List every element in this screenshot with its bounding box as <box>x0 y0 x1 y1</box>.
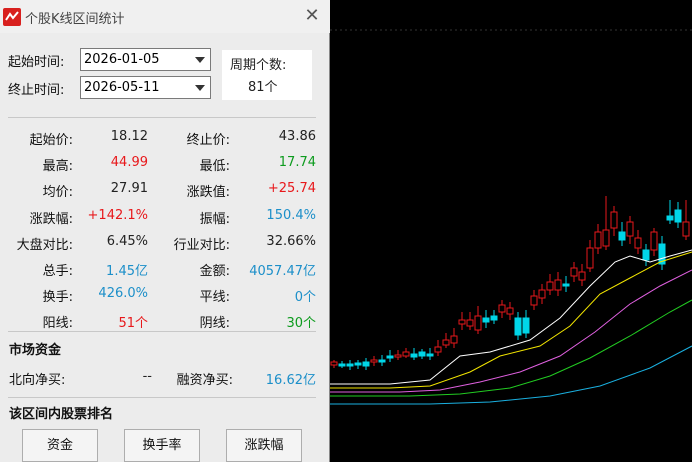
candle-body <box>570 267 578 277</box>
stat-value: 426.0% <box>98 286 148 301</box>
moving-average-line <box>330 249 692 385</box>
stat-value: 30个 <box>286 316 316 331</box>
candle-body <box>674 209 682 223</box>
rank-by-funds-button[interactable]: 资金 <box>22 429 98 462</box>
stat-value: 150.4% <box>266 208 316 223</box>
end-date-select[interactable]: 2026-05-11 <box>80 76 211 99</box>
stat-value: 17.74 <box>278 155 316 170</box>
candle-body <box>650 231 658 251</box>
market-funds-title: 市场资金 <box>9 343 62 358</box>
stat-value: 51个 <box>118 316 148 331</box>
candle-body <box>618 231 626 241</box>
stat-value: 44.99 <box>110 155 148 170</box>
end-time-label: 终止时间: <box>8 83 65 98</box>
candle-body <box>506 307 514 315</box>
divider <box>8 397 316 398</box>
stat-value: 18.12 <box>110 129 148 144</box>
divider <box>8 117 316 118</box>
stat-value: 27.91 <box>110 181 148 196</box>
candle-body <box>562 283 570 287</box>
dialog-title: 个股K线区间统计 <box>25 12 125 27</box>
candle-body <box>442 339 450 346</box>
candle-body <box>362 361 370 367</box>
candle-body <box>642 249 650 261</box>
period-count-box: 周期个数: 81个 <box>222 50 312 100</box>
start-date-value: 2026-01-05 <box>84 52 160 67</box>
app-window: 个股K线区间统计 ✕ 起始时间: 2026-01-05 终止时间: 2026-0… <box>0 0 692 462</box>
start-date-select[interactable]: 2026-01-05 <box>80 48 211 71</box>
candle-body <box>410 353 418 358</box>
chevron-down-icon <box>195 85 205 91</box>
candle-body <box>450 335 458 344</box>
chevron-down-icon <box>195 57 205 63</box>
kline-chart-svg <box>330 29 692 405</box>
candle-body <box>498 304 506 313</box>
start-time-label: 起始时间: <box>8 55 65 70</box>
stat-value: +142.1% <box>87 208 148 223</box>
rank-by-change-button[interactable]: 涨跌幅 <box>226 429 302 462</box>
dialog-titlebar[interactable]: 个股K线区间统计 ✕ <box>0 0 330 33</box>
candle-body <box>530 295 538 306</box>
stat-value: +25.74 <box>267 181 316 196</box>
stat-value: 43.86 <box>278 129 316 144</box>
rank-by-turnover-button[interactable]: 换手率 <box>124 429 200 462</box>
candle-body <box>634 237 642 249</box>
stat-value: 32.66% <box>266 234 316 249</box>
stat-value: 0个 <box>294 290 316 305</box>
period-count-value: 81个 <box>248 80 278 95</box>
candle-body <box>354 362 362 366</box>
end-date-value: 2026-05-11 <box>84 80 160 95</box>
candle-body <box>458 319 466 325</box>
candle-body <box>378 359 386 363</box>
candle-body <box>522 317 530 334</box>
candle-body <box>586 247 594 269</box>
candle-body <box>466 319 474 327</box>
candle-body <box>370 359 378 363</box>
candle-body <box>338 363 346 367</box>
margin-net-buy-value: 16.62亿 <box>265 373 316 388</box>
ranking-title: 该区间内股票排名 <box>9 407 114 422</box>
candle-body <box>434 346 442 353</box>
app-logo-icon <box>3 8 21 26</box>
moving-average-line <box>330 251 692 389</box>
candle-body <box>474 315 482 331</box>
interval-stats-dialog: 个股K线区间统计 ✕ 起始时间: 2026-01-05 终止时间: 2026-0… <box>0 0 330 462</box>
candle-body <box>610 211 618 229</box>
candle-body <box>346 363 354 367</box>
candle-body <box>394 354 402 358</box>
candle-body <box>490 315 498 321</box>
candle-body <box>666 215 674 221</box>
candle-body <box>330 361 338 366</box>
north-net-buy-value: -- <box>142 369 152 384</box>
candle-body <box>626 221 634 237</box>
candle-body <box>386 355 394 359</box>
stat-value: 6.45% <box>106 234 148 249</box>
stat-value: 1.45亿 <box>106 264 148 279</box>
candle-body <box>682 221 690 237</box>
kline-chart[interactable] <box>330 0 692 462</box>
candle-body <box>426 353 434 357</box>
candle-body <box>482 317 490 323</box>
divider <box>8 331 316 332</box>
period-count-label: 周期个数: <box>230 58 287 73</box>
candle-body <box>554 279 562 291</box>
candle-body <box>538 289 546 299</box>
stat-value: 4057.47亿 <box>249 264 316 279</box>
candle-body <box>594 231 602 249</box>
candle-body <box>418 351 426 357</box>
candle-body <box>514 317 522 336</box>
moving-average-line <box>330 345 692 405</box>
candle-body <box>602 229 610 247</box>
close-button[interactable]: ✕ <box>302 6 322 26</box>
candle-body <box>578 271 586 281</box>
candle-body <box>546 281 554 291</box>
candle-body <box>402 351 410 357</box>
